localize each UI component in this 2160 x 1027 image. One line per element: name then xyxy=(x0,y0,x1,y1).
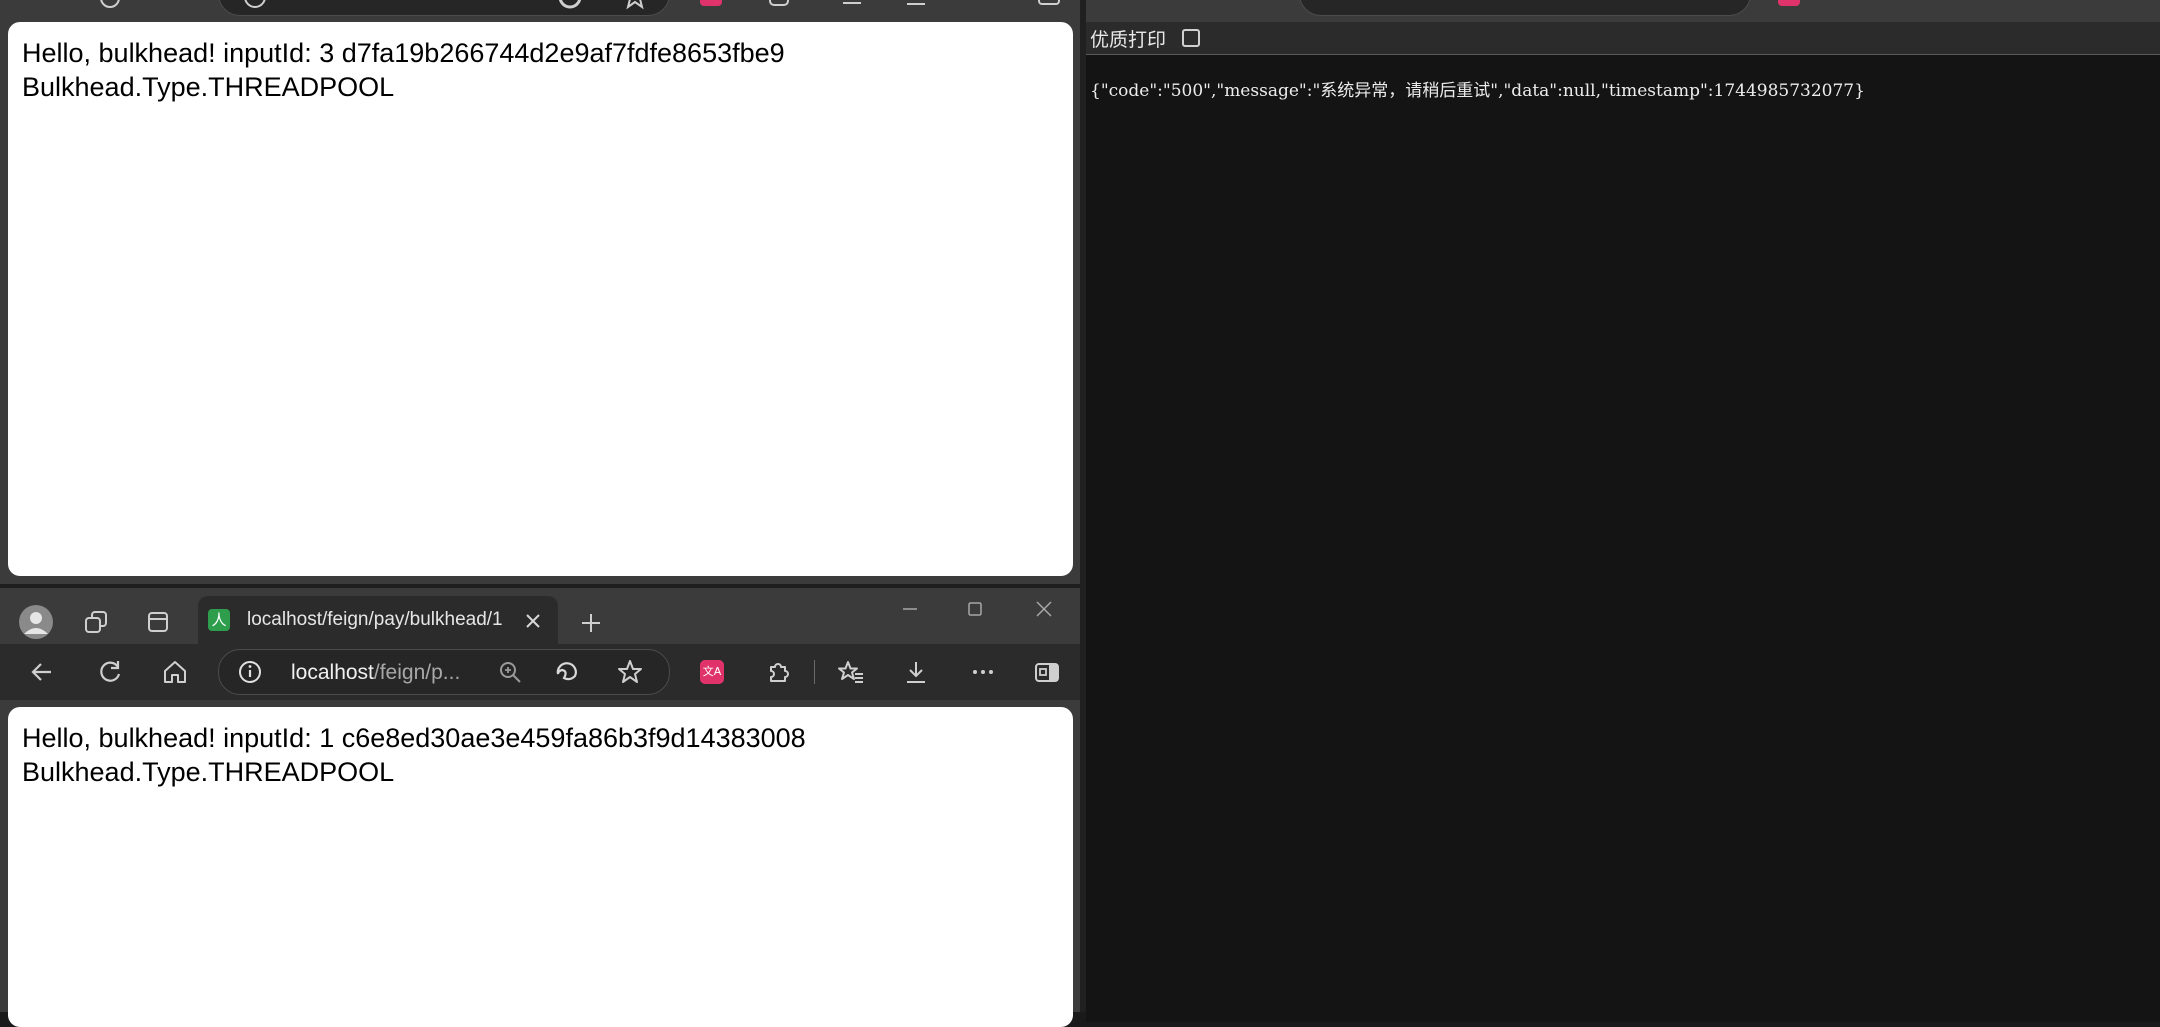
address-host: localhost xyxy=(291,661,374,684)
back-icon[interactable] xyxy=(22,654,62,690)
refresh-icon[interactable] xyxy=(95,0,125,12)
favorite-star-icon[interactable] xyxy=(620,0,650,10)
close-tab-icon[interactable] xyxy=(520,608,546,634)
address-text[interactable]: localhost/feign/p... xyxy=(291,661,460,685)
vertical-tabs-icon[interactable] xyxy=(138,602,178,642)
response-line-1: Hello, bulkhead! inputId: 1 c6e8ed30ae3e… xyxy=(22,723,806,753)
sidebar-icon[interactable] xyxy=(1035,0,1063,6)
refresh-icon[interactable] xyxy=(90,654,130,690)
download-icon[interactable] xyxy=(902,0,930,6)
toolbar-separator xyxy=(814,660,815,684)
page-content: Hello, bulkhead! inputId: 1 c6e8ed30ae3e… xyxy=(8,707,1073,1027)
right-browser-window xyxy=(1086,0,2160,1022)
more-menu-icon[interactable] xyxy=(966,656,1000,688)
favorites-icon[interactable] xyxy=(838,0,866,8)
close-window-icon[interactable] xyxy=(1024,594,1064,624)
response-line-1: Hello, bulkhead! inputId: 3 d7fa19b26674… xyxy=(22,38,785,68)
minimize-icon[interactable] xyxy=(890,594,930,624)
address-bar[interactable] xyxy=(218,0,670,16)
active-tab[interactable]: 人 localhost/feign/pay/bulkhead/1 xyxy=(198,596,558,644)
translate-icon[interactable] xyxy=(1778,0,1800,6)
tab-title: localhost/feign/pay/bulkhead/1 xyxy=(247,609,503,630)
downloads-icon[interactable] xyxy=(900,656,932,688)
page-content xyxy=(1086,22,2160,1022)
favorite-star-icon[interactable] xyxy=(615,658,645,686)
translate-icon[interactable] xyxy=(700,0,722,6)
bottom-left-browser-window: 人 localhost/feign/pay/bulkhead/1 localho… xyxy=(0,588,1080,1027)
response-line-2: Bulkhead.Type.THREADPOOL xyxy=(22,72,395,102)
home-icon[interactable] xyxy=(155,654,195,690)
pretty-print-checkbox[interactable] xyxy=(1182,29,1200,47)
maximize-icon[interactable] xyxy=(955,594,995,624)
pretty-print-bar xyxy=(1086,22,2160,55)
json-response-text: {"code":"500","message":"系统异常，请稍后重试","da… xyxy=(1090,81,1865,101)
sidebar-toggle-icon[interactable] xyxy=(1030,656,1064,688)
top-left-browser-window: Hello, bulkhead! inputId: 3 d7fa19b26674… xyxy=(0,0,1080,586)
pretty-print-label: 优质打印 xyxy=(1090,29,1167,51)
profile-avatar-icon[interactable] xyxy=(14,600,58,644)
favorites-icon[interactable] xyxy=(834,656,868,688)
info-icon xyxy=(240,0,270,10)
new-tab-icon[interactable] xyxy=(570,602,612,644)
translate-icon[interactable]: 文A xyxy=(700,660,724,684)
extensions-icon[interactable] xyxy=(762,656,794,688)
zoom-icon[interactable] xyxy=(497,659,523,685)
address-path: /feign/p... xyxy=(373,661,461,684)
response-line-2: Bulkhead.Type.THREADPOOL xyxy=(22,757,395,787)
toolbar: localhost/feign/p... 文A xyxy=(0,644,1080,700)
edge-read-aloud-icon[interactable] xyxy=(552,658,582,686)
address-bar[interactable] xyxy=(1299,0,1751,16)
page-content: Hello, bulkhead! inputId: 3 d7fa19b26674… xyxy=(8,22,1073,576)
edge-icon[interactable] xyxy=(555,0,585,10)
site-favicon: 人 xyxy=(208,609,230,631)
workspaces-icon[interactable] xyxy=(76,602,116,642)
extensions-icon[interactable] xyxy=(765,0,793,8)
site-info-icon[interactable] xyxy=(237,659,263,685)
address-bar[interactable]: localhost/feign/p... xyxy=(218,649,670,695)
